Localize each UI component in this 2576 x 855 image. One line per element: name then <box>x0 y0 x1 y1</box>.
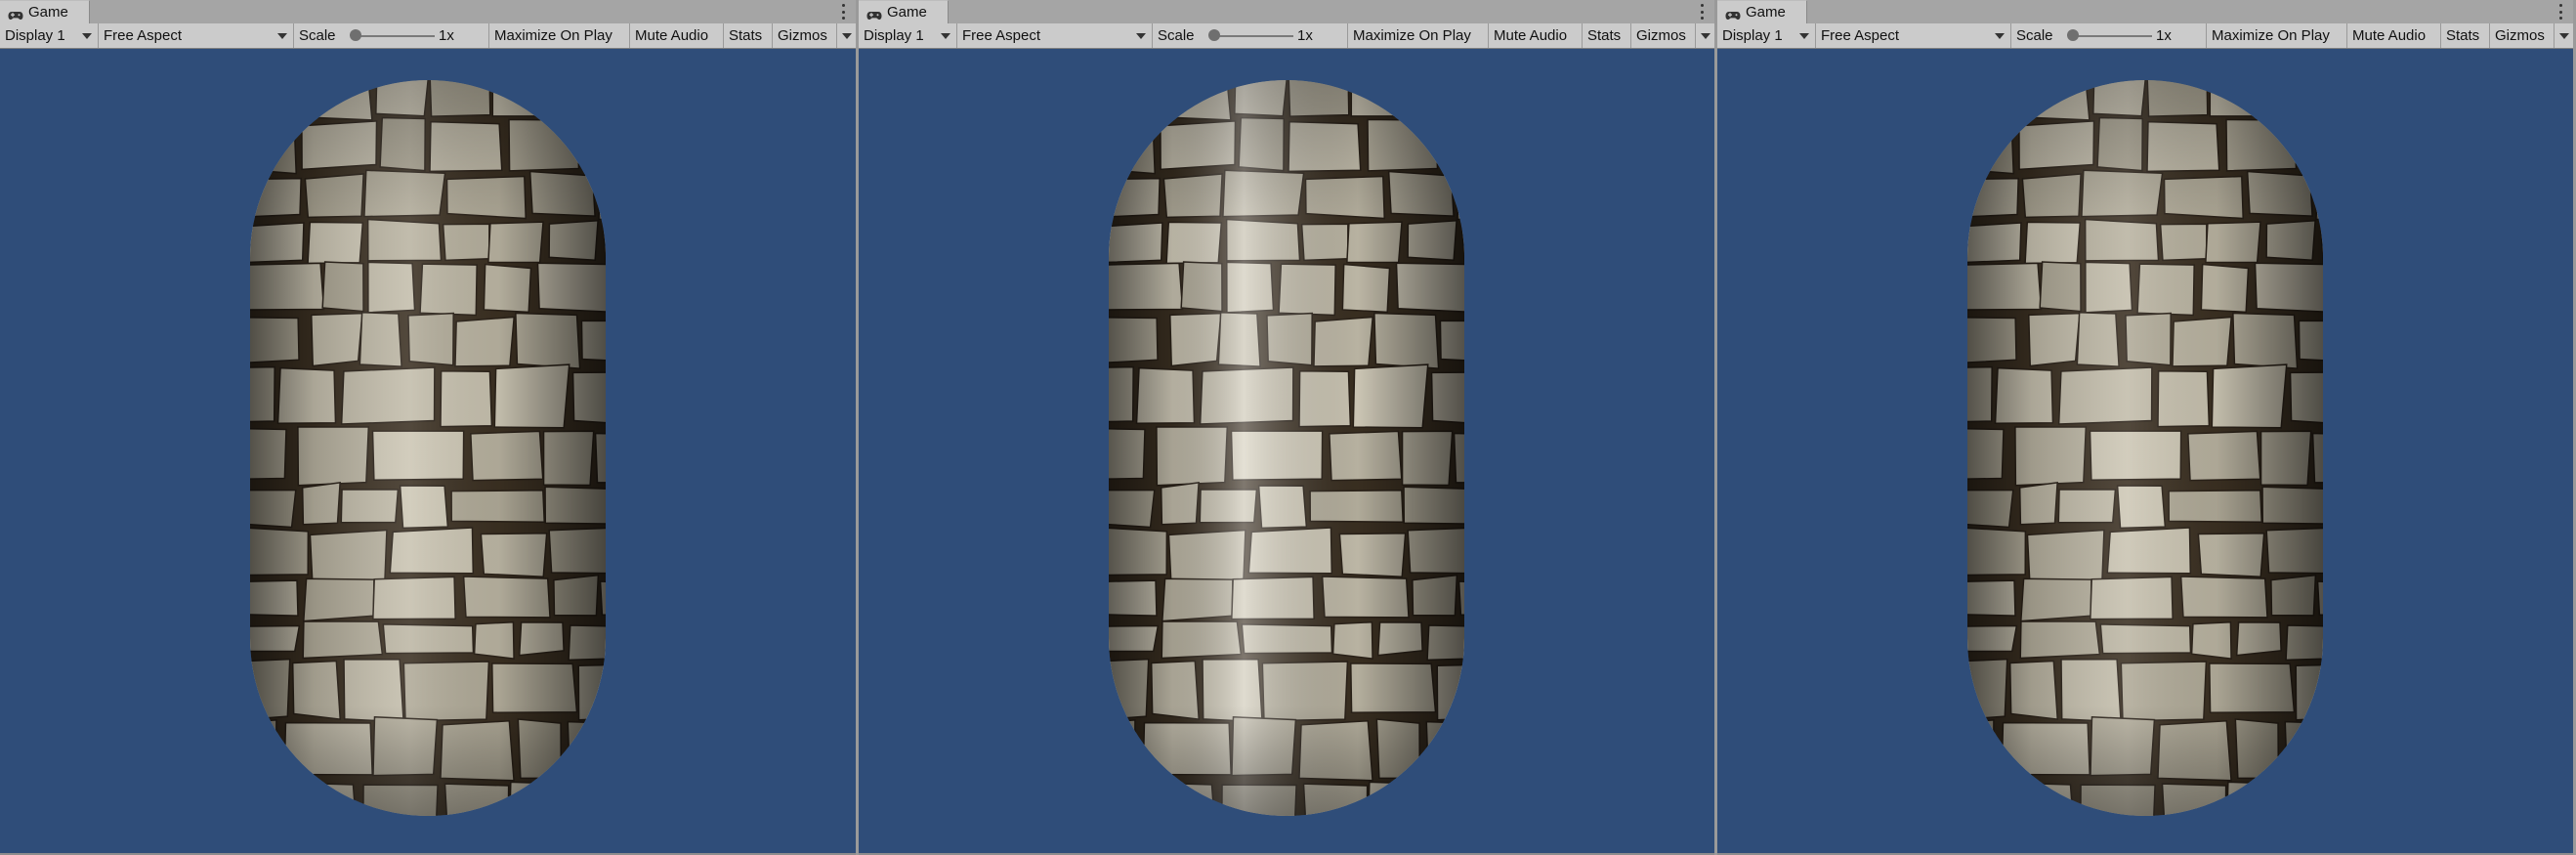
gamepad-icon <box>1725 8 1741 20</box>
scale-label: Scale <box>299 27 336 44</box>
gizmos-button[interactable]: Gizmos <box>773 23 837 48</box>
tab-game[interactable]: Game <box>1717 0 1807 23</box>
stats-button[interactable]: Stats <box>724 23 773 48</box>
display-dropdown[interactable]: Display 1 <box>0 23 99 48</box>
gamepad-icon <box>8 8 23 20</box>
scale-slider-track[interactable] <box>355 35 435 37</box>
game-view-panel: Game Display 1 Free Aspect Scale 1x Maxi… <box>0 0 856 855</box>
mute-audio-button[interactable]: Mute Audio <box>630 23 724 48</box>
more-options-icon[interactable] <box>1699 4 1705 20</box>
game-view-panel: Game Display 1 Free Aspect Scale 1x Maxi… <box>1717 0 2573 855</box>
tab-title: Game <box>28 4 68 21</box>
tab-game[interactable]: Game <box>0 0 90 23</box>
dropdown-arrow-icon <box>941 33 950 39</box>
display-dropdown[interactable]: Display 1 <box>1717 23 1816 48</box>
tab-game[interactable]: Game <box>859 0 949 23</box>
dropdown-arrow-icon <box>277 33 287 39</box>
stats-button[interactable]: Stats <box>2441 23 2490 48</box>
scale-slider-thumb[interactable] <box>2067 29 2079 41</box>
maximize-label: Maximize On Play <box>494 27 612 44</box>
editor-root: Game Display 1 Free Aspect Scale 1x Maxi… <box>0 0 2576 855</box>
dropdown-arrow-icon <box>1136 33 1146 39</box>
tab-title: Game <box>887 4 927 21</box>
game-view-panel: Game Display 1 Free Aspect Scale 1x Maxi… <box>859 0 1714 855</box>
gizmos-dropdown[interactable] <box>1696 23 1714 48</box>
aspect-label: Free Aspect <box>104 27 183 44</box>
dropdown-arrow-icon <box>1701 33 1710 39</box>
stone-capsule-render <box>1967 80 2323 816</box>
stone-texture <box>250 80 606 816</box>
scale-slider-thumb[interactable] <box>350 29 361 41</box>
gizmos-dropdown[interactable] <box>837 23 856 48</box>
scale-label: Scale <box>1158 27 1195 44</box>
gamepad-icon <box>866 8 882 20</box>
scale-control: Scale 1x <box>294 23 489 48</box>
scale-value: 1x <box>439 27 454 44</box>
display-label: Display 1 <box>5 27 65 44</box>
game-toolbar: Display 1 Free Aspect Scale 1x Maximize … <box>0 23 856 49</box>
stone-capsule-render <box>250 80 606 816</box>
display-label: Display 1 <box>864 27 924 44</box>
maximize-on-play-button[interactable]: Maximize On Play <box>1348 23 1489 48</box>
more-options-icon[interactable] <box>840 4 846 20</box>
game-viewport[interactable] <box>1717 49 2573 853</box>
scale-slider-track[interactable] <box>2072 35 2152 37</box>
scale-control: Scale 1x <box>1153 23 1348 48</box>
game-viewport[interactable] <box>859 49 1714 853</box>
aspect-label: Free Aspect <box>1821 27 1900 44</box>
game-viewport[interactable] <box>0 49 856 853</box>
mute-audio-button[interactable]: Mute Audio <box>1489 23 1583 48</box>
dropdown-arrow-icon <box>82 33 92 39</box>
game-toolbar: Display 1 Free Aspect Scale 1x Maximize … <box>859 23 1714 49</box>
stone-texture <box>1109 80 1464 816</box>
mute-audio-button[interactable]: Mute Audio <box>2347 23 2441 48</box>
display-dropdown[interactable]: Display 1 <box>859 23 957 48</box>
aspect-label: Free Aspect <box>962 27 1041 44</box>
stats-label: Stats <box>729 27 763 44</box>
gizmos-button[interactable]: Gizmos <box>1631 23 1696 48</box>
gizmos-label: Gizmos <box>2495 27 2545 44</box>
dropdown-arrow-icon <box>1799 33 1809 39</box>
mute-label: Mute Audio <box>1494 27 1568 44</box>
tab-bar: Game <box>1717 0 2573 24</box>
aspect-dropdown[interactable]: Free Aspect <box>957 23 1153 48</box>
gizmos-label: Gizmos <box>1636 27 1686 44</box>
aspect-dropdown[interactable]: Free Aspect <box>99 23 294 48</box>
more-options-icon[interactable] <box>2557 4 2563 20</box>
display-label: Display 1 <box>1722 27 1783 44</box>
aspect-dropdown[interactable]: Free Aspect <box>1816 23 2011 48</box>
dropdown-arrow-icon <box>842 33 852 39</box>
tab-bar: Game <box>0 0 856 24</box>
scale-value: 1x <box>1297 27 1313 44</box>
scale-label: Scale <box>2016 27 2053 44</box>
stone-capsule-render <box>1109 80 1464 816</box>
scale-slider-thumb[interactable] <box>1208 29 1220 41</box>
scale-value: 1x <box>2156 27 2172 44</box>
maximize-on-play-button[interactable]: Maximize On Play <box>2207 23 2347 48</box>
dropdown-arrow-icon <box>1995 33 2005 39</box>
tab-bar: Game <box>859 0 1714 24</box>
scale-slider-track[interactable] <box>1213 35 1293 37</box>
scale-control: Scale 1x <box>2011 23 2207 48</box>
mute-label: Mute Audio <box>2352 27 2427 44</box>
maximize-on-play-button[interactable]: Maximize On Play <box>489 23 630 48</box>
dropdown-arrow-icon <box>2559 33 2569 39</box>
maximize-label: Maximize On Play <box>1353 27 1471 44</box>
stats-label: Stats <box>1587 27 1622 44</box>
maximize-label: Maximize On Play <box>2212 27 2330 44</box>
game-toolbar: Display 1 Free Aspect Scale 1x Maximize … <box>1717 23 2573 49</box>
stats-button[interactable]: Stats <box>1583 23 1631 48</box>
mute-label: Mute Audio <box>635 27 709 44</box>
stats-label: Stats <box>2446 27 2480 44</box>
gizmos-label: Gizmos <box>778 27 827 44</box>
gizmos-button[interactable]: Gizmos <box>2490 23 2555 48</box>
stone-texture <box>1967 80 2323 816</box>
gizmos-dropdown[interactable] <box>2555 23 2573 48</box>
tab-title: Game <box>1746 4 1786 21</box>
